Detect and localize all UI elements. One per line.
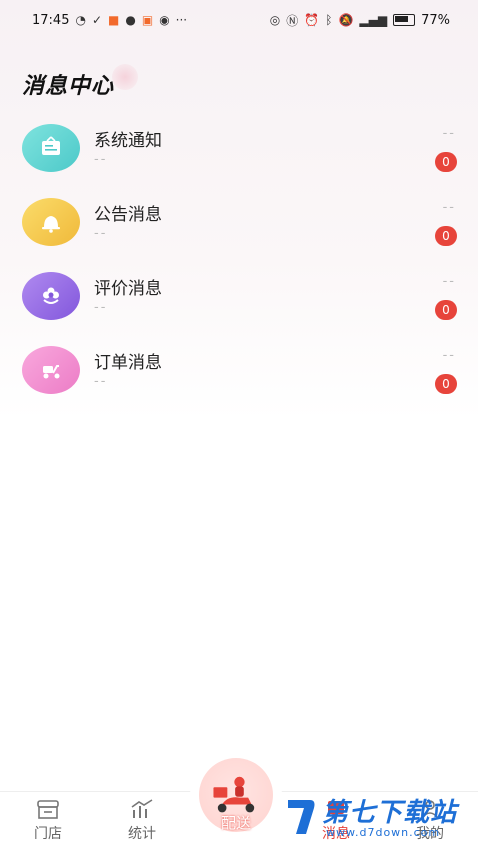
mute-icon: 🔕 [338, 13, 354, 27]
link-icon: ✓ [91, 13, 103, 27]
signal-icon: ▂▄▆ [359, 13, 388, 27]
alarm-icon: ⏰ [304, 13, 320, 27]
wechat-like-icon: ◔ [75, 13, 86, 27]
status-bar: 17:45 ◔ ✓ ■ ● ▣ ◉ ··· ◎ Ⓝ ⏰ ᛒ 🔕 ▂▄▆ 77% [0, 0, 478, 40]
watermark-name: 第七下载站 [322, 798, 458, 828]
bell-icon [22, 198, 80, 246]
tab-delivery[interactable]: 配送 [190, 750, 282, 846]
status-right: ◎ Ⓝ ⏰ ᛒ 🔕 ▂▄▆ 77% [270, 12, 450, 29]
message-title: 公告消息 [94, 205, 162, 225]
audio-icon: ◉ [159, 13, 170, 27]
unread-badge: 0 [435, 300, 457, 320]
message-item-review[interactable]: 评价消息 -- -- 0 [0, 260, 478, 334]
title-decoration [112, 64, 138, 90]
notice-board-icon [22, 124, 80, 172]
tab-label: 配送 [220, 814, 251, 832]
message-time: -- [442, 126, 456, 141]
message-title: 评价消息 [94, 279, 162, 299]
message-time: -- [442, 348, 456, 363]
store-icon [37, 800, 59, 819]
battery-level: 77% [421, 12, 450, 28]
unread-badge: 0 [435, 152, 457, 172]
message-item-system[interactable]: 系统通知 -- -- 0 [0, 112, 478, 186]
message-title: 系统通知 [94, 131, 162, 151]
mail-icon: ■ [108, 13, 120, 27]
unread-badge: 0 [435, 374, 457, 394]
tab-store[interactable]: 门店 [13, 792, 83, 850]
message-item-announcement[interactable]: 公告消息 -- -- 0 [0, 186, 478, 260]
watermark-url: www.d7down.com [326, 826, 441, 839]
watermark-logo-icon [288, 800, 315, 834]
eye-icon: ◎ [269, 13, 281, 27]
flower-icon [22, 272, 80, 320]
message-title: 订单消息 [94, 353, 162, 373]
tab-stats[interactable]: 统计 [107, 792, 177, 850]
battery-icon [393, 14, 416, 26]
more-icon: ··· [175, 13, 188, 27]
status-left: 17:45 ◔ ✓ ■ ● ▣ ◉ ··· [32, 13, 187, 28]
message-subtitle: -- [94, 226, 108, 241]
message-item-order[interactable]: 订单消息 -- -- 0 [0, 334, 478, 408]
message-time: -- [442, 200, 456, 215]
message-list: 系统通知 -- -- 0 公告消息 -- -- 0 评价消息 -- -- 0 订… [0, 112, 478, 408]
bluetooth-icon: ᛒ [325, 13, 333, 27]
tab-label: 统计 [128, 826, 156, 842]
app-icon: ▣ [141, 13, 154, 27]
message-subtitle: -- [94, 152, 108, 167]
bar-chart-icon [131, 799, 153, 818]
message-time: -- [442, 274, 456, 289]
scooter-icon [22, 346, 80, 394]
unread-badge: 0 [435, 226, 457, 246]
nfc-icon: Ⓝ [286, 13, 299, 28]
tab-label: 门店 [34, 826, 62, 842]
watermark: 第七下载站 www.d7down.com [278, 790, 478, 850]
status-time: 17:45 [32, 12, 70, 28]
message-subtitle: -- [94, 374, 108, 389]
chat-icon: ● [125, 13, 136, 27]
page-title: 消息中心 [22, 74, 115, 99]
message-subtitle: -- [94, 300, 108, 315]
